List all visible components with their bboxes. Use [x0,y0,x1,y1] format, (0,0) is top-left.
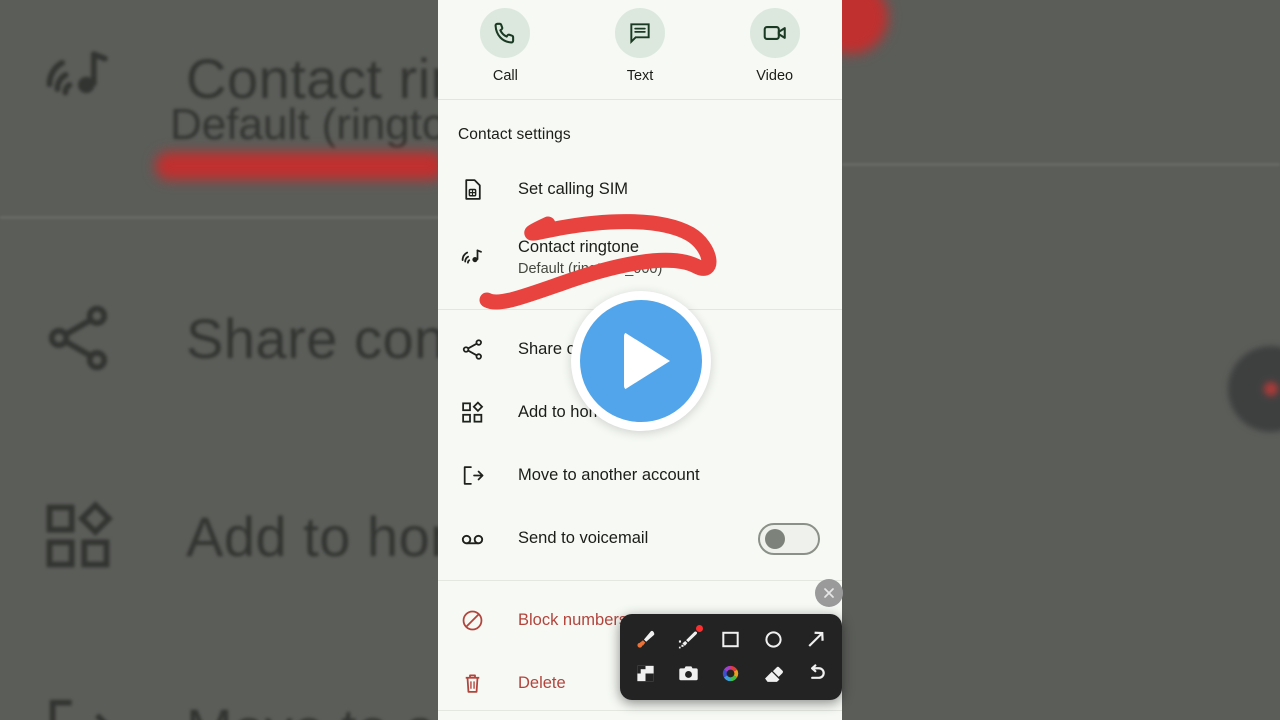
background-subrow: Default (ringtone_000) [170,100,440,150]
quick-action-label: Call [492,68,518,84]
menu-item-send-to-voicemail[interactable]: Send to voicemail [438,507,842,570]
quick-action-label: Text [626,68,654,84]
section-divider [438,710,842,711]
background-row: Add to home screen [40,498,440,574]
quick-action-text[interactable]: Text [573,2,708,99]
menu-item-label: Block numbers [518,611,628,630]
video-camera-icon [749,8,800,58]
color-picker-button[interactable] [714,656,748,690]
share-icon [40,300,116,376]
eraser-icon [765,666,784,682]
menu-item-text: Set calling SIM [518,179,628,200]
menu-item-sublabel: Default (ringtone_000) [518,260,663,277]
background-row: Share contact [40,300,440,376]
close-button[interactable] [815,579,843,607]
background-row: Move to another account [40,690,440,720]
ellipse-tool-button[interactable] [757,622,791,656]
add-to-home-icon [40,498,116,574]
menu-item-label: Set calling SIM [518,180,629,199]
voicemail-icon [458,525,486,553]
eraser-tool-button[interactable] [757,656,791,690]
undo-icon [811,663,825,679]
menu-item-move-to-another-account[interactable]: Move to another account [438,444,842,507]
red-dot-badge [696,625,704,632]
background-sublabel: Default (ringtone_000) [170,100,440,149]
menu-item-text: Move to another account [518,465,700,486]
section-divider [438,580,842,581]
quick-action-call[interactable]: Call [438,2,573,99]
toolbar-row-2 [624,656,838,690]
block-icon [458,607,486,635]
menu-item-text: Send to voicemail [518,528,648,549]
send-to-voicemail-toggle[interactable] [758,522,820,555]
toggle-knob [765,528,785,549]
background-right [842,0,1280,720]
toolbar-row-1 [624,622,838,656]
close-icon [824,588,834,598]
menu-item-label: Send to voicemail [518,529,649,548]
background-divider [0,216,440,219]
background-divider [842,163,1280,166]
square-icon [722,631,740,647]
background-label: Add to home screen [186,504,440,568]
menu-item-set-calling-sim[interactable]: Set calling SIM [438,158,842,221]
add-to-home-icon [458,399,486,427]
move-account-icon [40,690,116,720]
rectangle-tool-button[interactable] [714,622,748,656]
move-account-icon [458,462,486,490]
undo-tool-button[interactable] [800,656,834,690]
background-record-dot [1228,346,1280,432]
menu-item-contact-ringtone[interactable]: Contact ringtone Default (ringtone_000) [438,221,842,293]
arrow-icon [808,631,824,647]
sim-card-icon [458,176,486,204]
mosaic-tool-button[interactable] [628,656,662,690]
arrow-tool-button[interactable] [800,622,834,656]
quick-action-bar: Call Text Video [438,0,842,100]
menu-item-text: Block numbers [518,610,627,631]
play-icon [580,300,702,422]
section-title-contact-settings: Contact settings [458,126,571,143]
background-label: Move to another account [186,696,440,720]
menu-item-label: Contact ringtone [518,238,640,257]
play-button[interactable] [571,291,711,431]
message-icon [615,8,665,58]
circle-icon [765,630,782,648]
brush-icon [637,630,655,648]
mosaic-icon [637,665,654,681]
color-wheel-icon [723,665,739,681]
magic-pen-tool-button[interactable] [671,622,705,656]
menu-item-label: Move to another account [518,466,700,485]
ringtone-icon [458,243,486,271]
background-label: Share contact [186,306,440,370]
share-icon [458,336,486,364]
brush-tool-button[interactable] [628,622,662,656]
screen-recording-frame: Contact ringtone Default (ringtone_000) … [0,0,1280,720]
camera-icon [678,665,698,680]
ringtone-icon [40,40,116,116]
quick-action-video[interactable]: Video [707,2,842,99]
menu-item-label: Delete [518,674,566,693]
menu-item-text: Delete [518,673,566,694]
quick-action-label: Video [756,68,794,84]
background-annotation-stroke [155,152,440,180]
menu-item-text: Contact ringtone Default (ringtone_000) [518,237,662,277]
background-annotation-stroke [842,0,888,54]
background-left: Contact ringtone Default (ringtone_000) … [0,0,440,720]
screenshot-tool-button[interactable] [671,656,705,690]
play-triangle [624,332,670,390]
phone-icon [480,8,531,58]
annotation-toolbar [620,614,842,700]
trash-icon [458,670,486,698]
